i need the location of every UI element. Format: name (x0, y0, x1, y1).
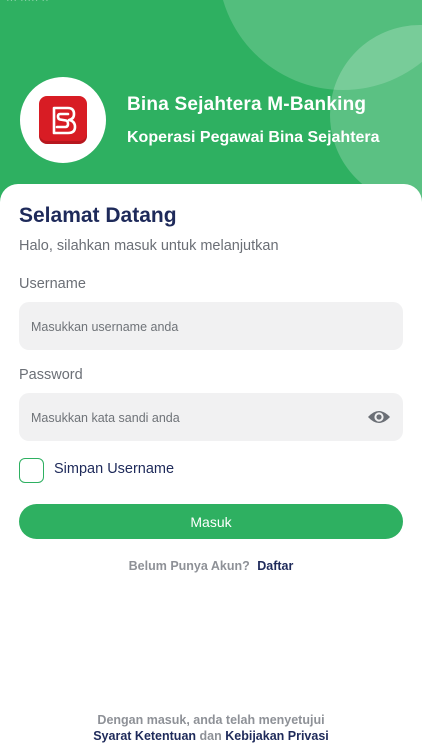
register-row: Belum Punya Akun? Daftar (0, 559, 422, 573)
login-button[interactable]: Masuk (19, 504, 403, 539)
register-question: Belum Punya Akun? (128, 559, 250, 573)
and-text: dan (199, 729, 222, 743)
password-label: Password (19, 367, 83, 383)
username-label: Username (19, 276, 86, 292)
status-bar-text: ··· ····· ·· (6, 0, 49, 6)
password-field-container (19, 393, 403, 443)
header-banner: ··· ····· ·· Bina Sejahtera M-Banking Ko… (0, 0, 422, 215)
app-title: Bina Sejahtera M-Banking (127, 94, 367, 115)
username-field-container (19, 302, 403, 352)
app-subtitle: Koperasi Pegawai Bina Sejahtera (127, 129, 380, 146)
bina-sejahtera-logo-icon (39, 96, 87, 144)
terms-link[interactable]: Syarat Ketentuan (93, 729, 196, 743)
remember-username-checkbox[interactable] (19, 458, 44, 483)
page-subtitle: Halo, silahkan masuk untuk melanjutkan (19, 238, 279, 254)
show-password-eye-icon[interactable] (367, 406, 391, 428)
privacy-link[interactable]: Kebijakan Privasi (225, 729, 329, 743)
remember-username-label[interactable]: Simpan Username (54, 461, 174, 477)
username-input[interactable] (29, 302, 363, 352)
register-link[interactable]: Daftar (257, 559, 293, 573)
password-input[interactable] (29, 393, 363, 443)
page-title: Selamat Datang (19, 204, 177, 227)
app-logo (20, 77, 106, 163)
agree-text: Dengan masuk, anda telah menyetujui (97, 713, 325, 727)
footer-terms: Dengan masuk, anda telah menyetujui Syar… (0, 712, 422, 744)
